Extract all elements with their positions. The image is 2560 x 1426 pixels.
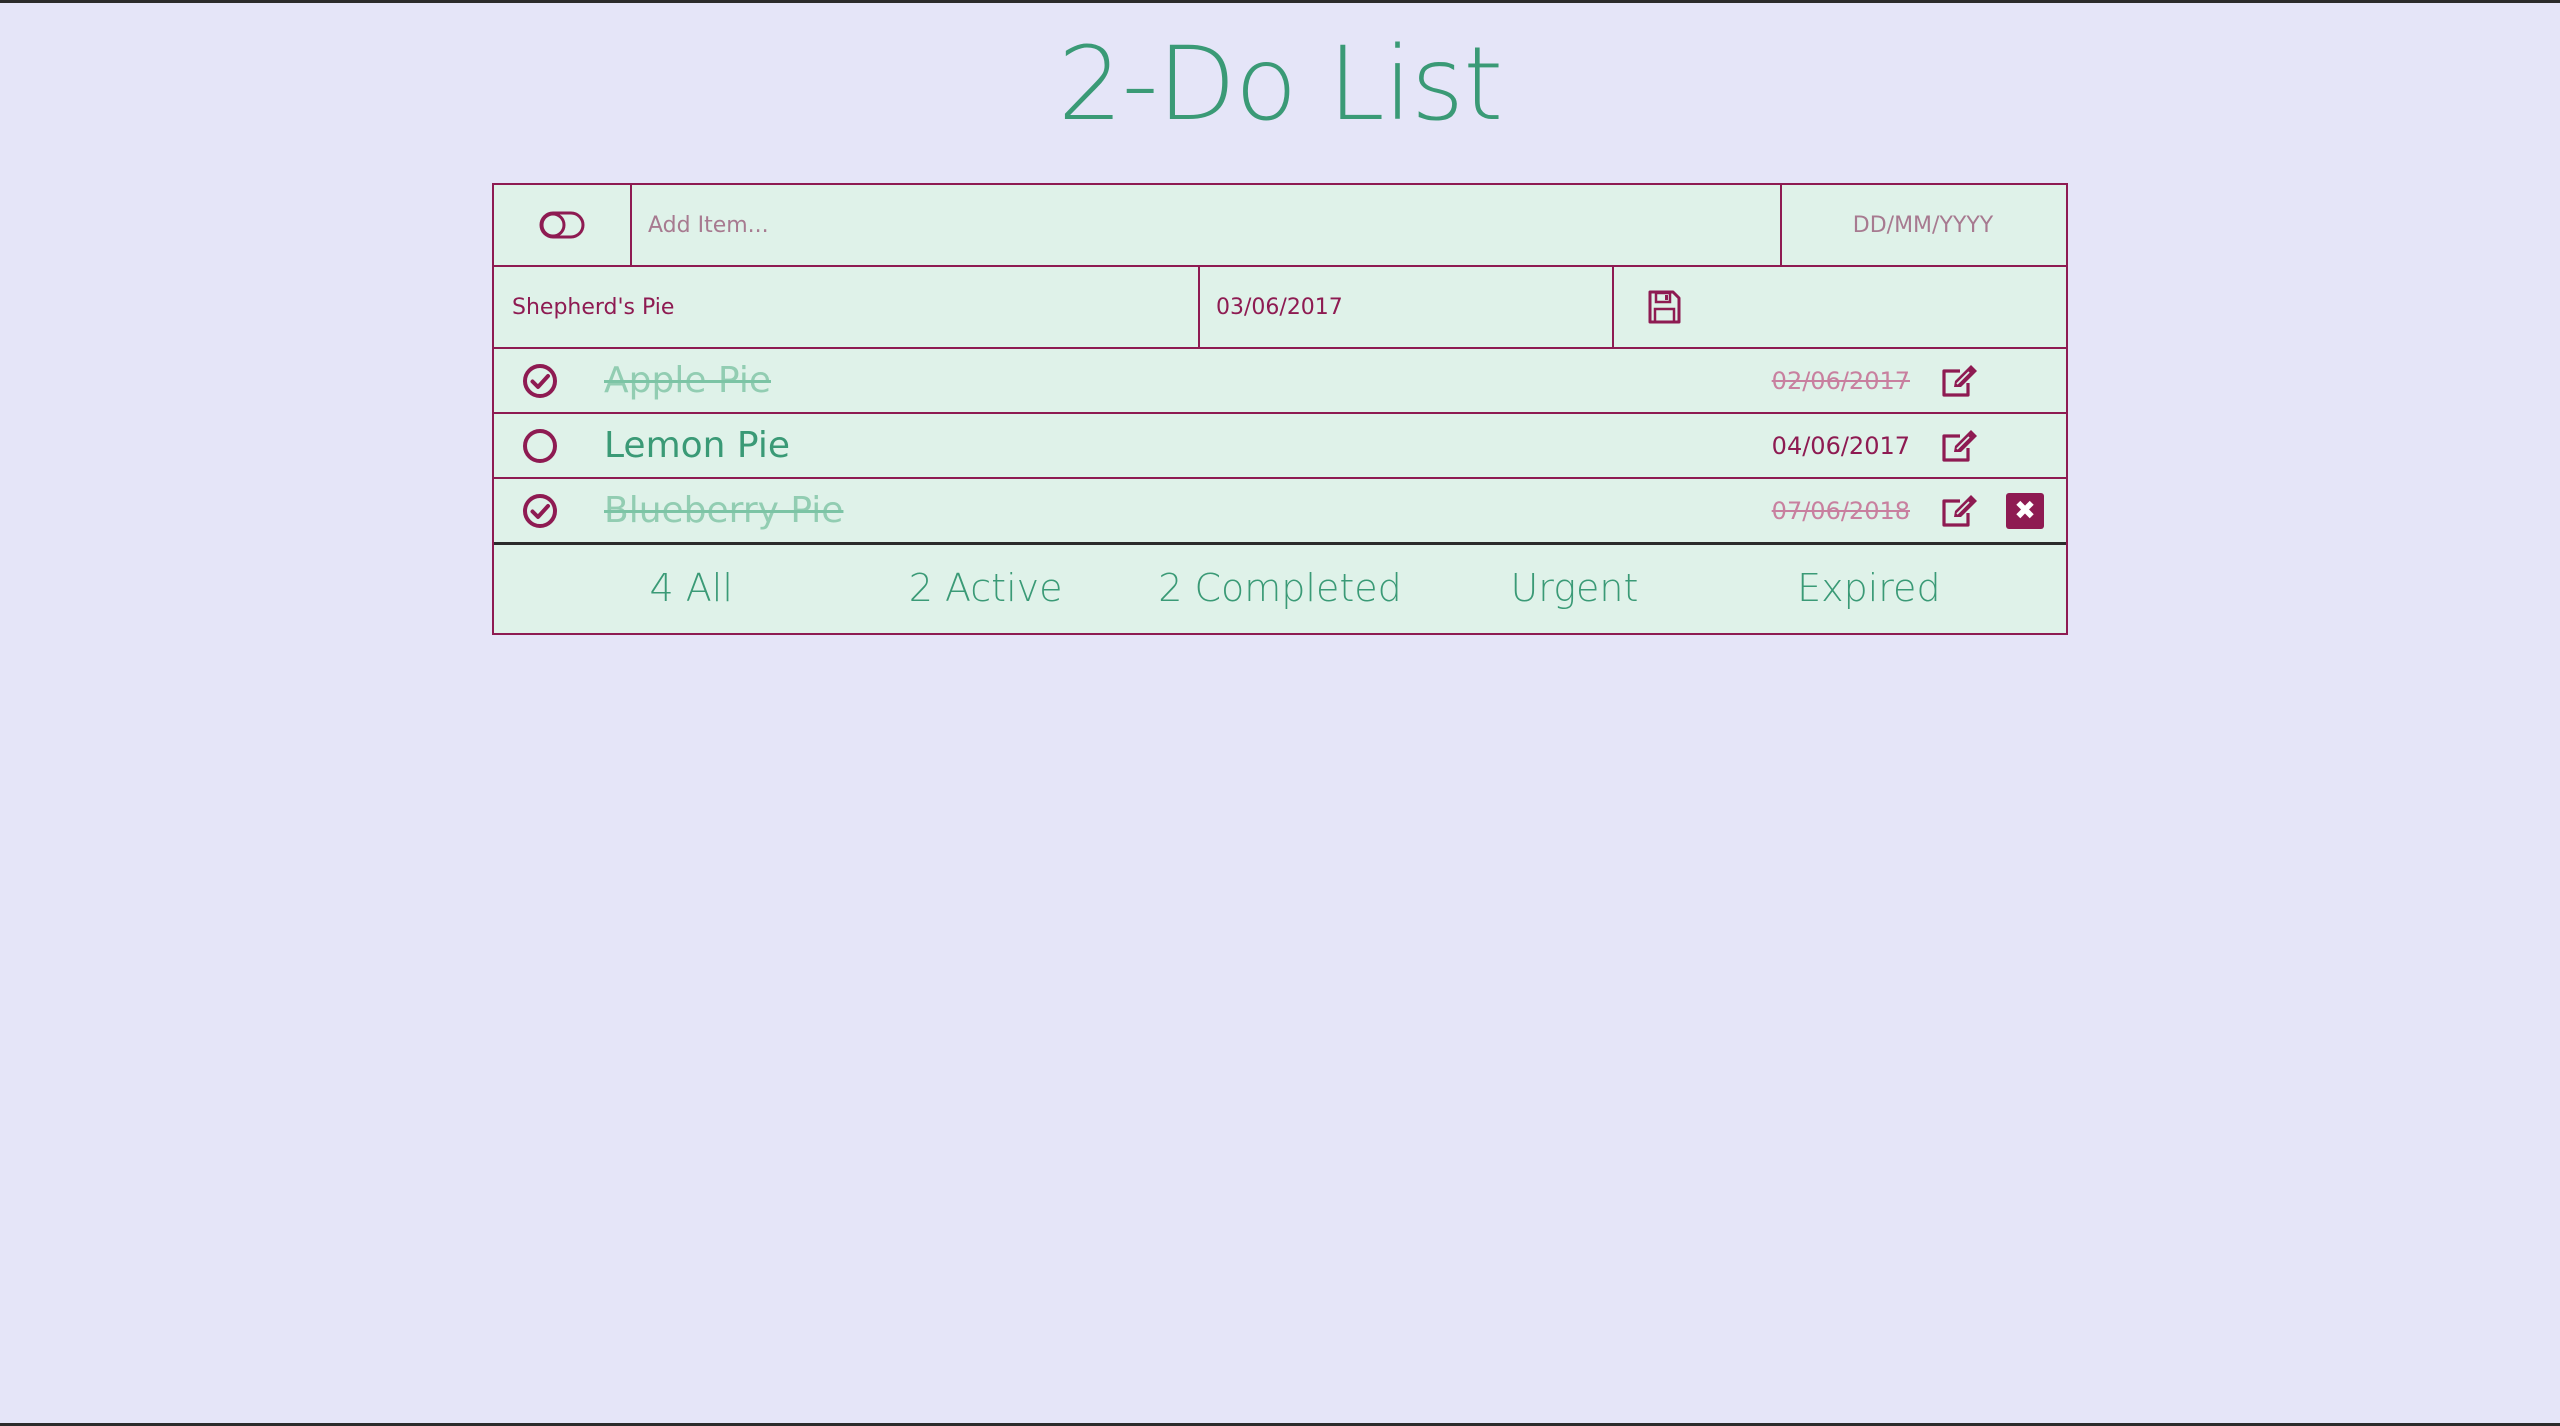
add-date-input[interactable] <box>1782 185 2064 265</box>
checked-circle-icon[interactable] <box>522 363 558 399</box>
floppy-disk-icon <box>1648 290 1681 324</box>
toggle-all-button[interactable] <box>494 185 632 265</box>
page-title: 2-Do List <box>1057 25 1503 144</box>
item-date: 04/06/2017 <box>1771 431 1910 460</box>
edit-item-row <box>494 267 2066 349</box>
filter-completed[interactable]: 2 Completed <box>1133 566 1427 610</box>
toggle-off-icon <box>539 211 585 239</box>
edit-icon[interactable] <box>1940 363 1980 399</box>
item-name: Apple Pie <box>604 359 771 401</box>
todo-list: Apple Pie 02/06/2017 Lemon Pie 04/06/201… <box>494 349 2066 545</box>
todo-app: Apple Pie 02/06/2017 Lemon Pie 04/06/201… <box>492 183 2068 635</box>
edit-icon[interactable] <box>1940 428 1980 464</box>
item-name: Lemon Pie <box>604 424 790 466</box>
add-item-row <box>494 185 2066 267</box>
list-item: Blueberry Pie 07/06/2018 ✖ <box>494 479 2066 545</box>
list-item: Lemon Pie 04/06/2017 <box>494 414 2066 479</box>
filter-expired[interactable]: Expired <box>1722 566 2016 610</box>
delete-button[interactable]: ✖ <box>2006 492 2044 529</box>
close-icon: ✖ <box>2014 495 2036 526</box>
item-date: 02/06/2017 <box>1771 366 1910 395</box>
item-date: 07/06/2018 <box>1771 496 1910 525</box>
save-cell <box>1614 267 2064 347</box>
edit-item-name-input[interactable] <box>494 267 1200 347</box>
edit-item-date-input[interactable] <box>1200 267 1614 347</box>
filter-urgent[interactable]: Urgent <box>1427 566 1721 610</box>
add-item-input[interactable] <box>632 185 1782 265</box>
checked-circle-icon[interactable] <box>522 493 558 529</box>
filter-active[interactable]: 2 Active <box>838 566 1132 610</box>
filter-bar: 4 All 2 Active 2 Completed Urgent Expire… <box>494 543 2066 633</box>
save-button[interactable] <box>1644 287 1684 327</box>
unchecked-circle-icon[interactable] <box>522 428 558 464</box>
edit-icon[interactable] <box>1940 493 1980 529</box>
item-name: Blueberry Pie <box>604 489 844 531</box>
list-item: Apple Pie 02/06/2017 <box>494 349 2066 414</box>
filter-all[interactable]: 4 All <box>544 566 838 610</box>
